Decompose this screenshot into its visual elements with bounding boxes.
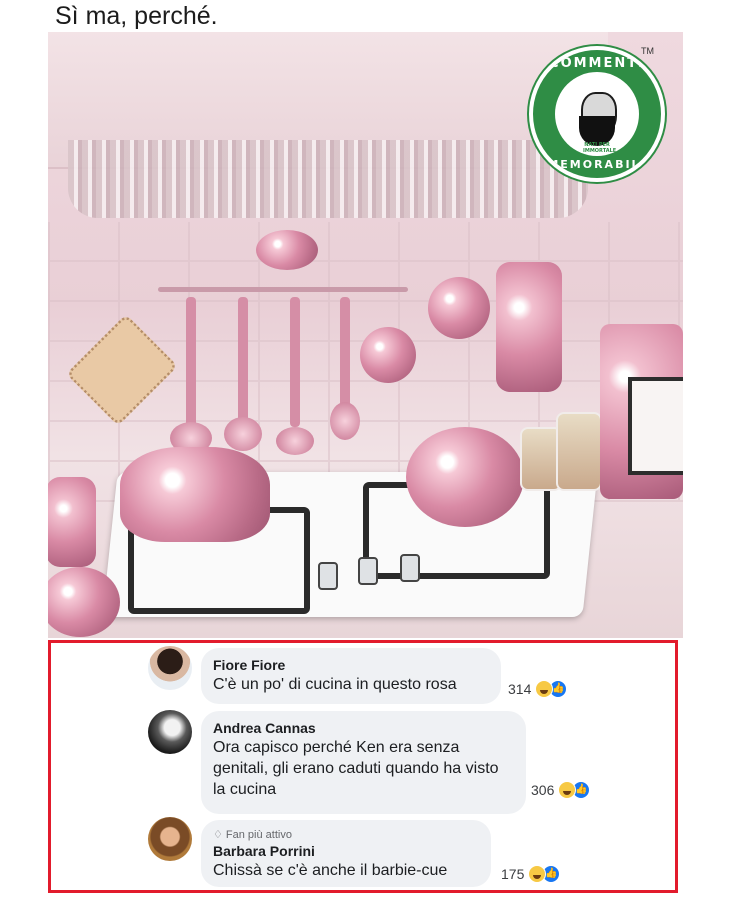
badge-label: Fan più attivo — [225, 829, 292, 841]
logo-bottom-text: MEMORABILI — [547, 158, 647, 171]
hob-knob — [358, 557, 378, 585]
toaster-window — [628, 377, 683, 475]
sparkly-kettle — [406, 427, 524, 527]
comment-author[interactable]: Barbara Porrini — [213, 842, 479, 860]
logo-portrait: NATI PER IMMORTALE — [555, 72, 639, 156]
reaction-count: 314 — [508, 681, 532, 697]
reaction-count: 175 — [501, 866, 525, 882]
trademark-mark: TM — [641, 46, 654, 56]
comment-text: Chissà se c'è anche il barbie-cue — [213, 862, 448, 879]
flower-ornament — [360, 327, 416, 383]
comment-author[interactable]: Andrea Cannas — [213, 719, 514, 737]
logo-top-text: COMMENTI — [549, 56, 645, 71]
hob-knob — [400, 554, 420, 582]
reaction-summary[interactable]: 314 👍 — [508, 680, 568, 698]
reaction-summary[interactable]: 175 👍 — [501, 865, 561, 883]
comments-highlight-box: Fiore Fiore C'è un po' di cucina in ques… — [48, 640, 678, 893]
diamond-icon: ♢ — [213, 829, 226, 841]
avatar[interactable] — [148, 817, 192, 861]
utensil-head — [330, 402, 360, 440]
utensil — [238, 297, 248, 422]
reaction-summary[interactable]: 306 👍 — [531, 781, 591, 799]
commenti-memorabili-logo: COMMENTI NATI PER IMMORTALE MEMORABILI — [529, 46, 665, 182]
hood-valance — [68, 140, 588, 218]
utensil-head — [224, 417, 262, 451]
comment-bubble: ♢ Fan più attivo Barbara Porrini Chissà … — [201, 820, 491, 887]
comment-bubble: Andrea Cannas Ora capisco perché Ken era… — [201, 711, 526, 814]
wall-plate — [256, 230, 318, 270]
comment-bubble: Fiore Fiore C'è un po' di cucina in ques… — [201, 648, 501, 704]
hanging-board — [496, 262, 562, 392]
avatar[interactable] — [148, 710, 192, 754]
utensil — [186, 297, 196, 432]
hob-knob — [318, 562, 338, 590]
top-fan-badge: ♢ Fan più attivo — [213, 828, 479, 842]
post-caption: Sì ma, perché. — [55, 2, 218, 30]
comment-text: Ora capisco perché Ken era senza genital… — [213, 739, 499, 798]
storage-jar — [556, 412, 602, 491]
logo-small-text: NATI PER IMMORTALE — [583, 142, 617, 154]
utensil-holder — [48, 477, 96, 567]
comment-text: C'è un po' di cucina in questo rosa — [213, 676, 457, 693]
hanging-pan — [428, 277, 490, 339]
utensil — [290, 297, 300, 427]
sparkly-pot-small — [48, 567, 120, 637]
avatar[interactable] — [148, 646, 192, 690]
reaction-count: 306 — [531, 782, 555, 798]
utensil — [340, 297, 350, 407]
utensil-head — [276, 427, 314, 455]
sparkly-pot — [120, 447, 270, 542]
comment-author[interactable]: Fiore Fiore — [213, 656, 489, 674]
utensil-rail — [158, 287, 408, 292]
